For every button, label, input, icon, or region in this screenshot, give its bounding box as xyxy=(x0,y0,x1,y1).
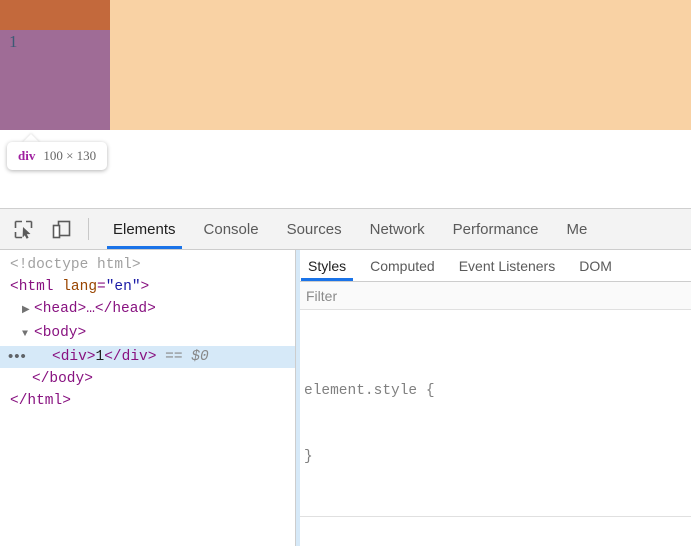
tab-dom-breakpoints[interactable]: DOM xyxy=(567,250,624,281)
devtools-main: <!doctype html> <html lang="en"> ▶ <head>… xyxy=(0,250,691,546)
tab-elements[interactable]: Elements xyxy=(99,209,190,249)
page-body-background: 1 xyxy=(0,0,691,130)
dom-row-body-open[interactable]: ▼ <body> xyxy=(0,322,295,346)
tab-console[interactable]: Console xyxy=(190,209,273,249)
tab-styles[interactable]: Styles xyxy=(296,250,358,281)
dom-row-selected-div[interactable]: ••• <div>1</div> == $0 xyxy=(0,346,295,368)
dom-row-body-close[interactable]: </body> xyxy=(0,368,295,390)
device-toolbar-icon[interactable] xyxy=(46,215,76,243)
dom-body-close-text: </body> xyxy=(32,371,93,387)
tab-computed[interactable]: Computed xyxy=(358,250,447,281)
device-toolbar-icon-svg xyxy=(52,220,70,238)
dom-html-close-text: </html> xyxy=(10,393,71,409)
dom-html-attr-name: lang xyxy=(62,279,98,295)
chevron-down-icon[interactable]: ▼ xyxy=(22,324,34,346)
styles-panel-tabs: Styles Computed Event Listeners DOM xyxy=(296,250,691,282)
dom-head-text: <head>…</head> xyxy=(34,301,156,317)
devtools-panel: Elements Console Sources Network Perform… xyxy=(0,208,691,546)
styles-filter-input[interactable]: Filter xyxy=(296,282,691,310)
inspect-element-icon-svg xyxy=(14,220,32,239)
toolbar-separator xyxy=(88,218,89,240)
css-close-brace: } xyxy=(304,449,313,465)
dom-row-options-icon[interactable]: ••• xyxy=(8,349,27,364)
styles-panel: Styles Computed Event Listeners DOM Filt… xyxy=(296,250,691,546)
dom-doctype-text: <!doctype html> xyxy=(10,257,141,273)
dom-div-text: 1 xyxy=(95,349,105,365)
highlight-tooltip-tag: div xyxy=(18,148,36,163)
highlight-tooltip-dimensions: 100 × 130 xyxy=(43,148,97,163)
page-div-text: 1 xyxy=(9,32,18,51)
styles-filter-placeholder: Filter xyxy=(306,287,338,304)
dom-row-doctype[interactable]: <!doctype html> xyxy=(0,254,295,276)
dom-body-open-text: <body> xyxy=(34,325,87,341)
inspect-element-icon[interactable] xyxy=(8,215,38,243)
dom-row-head[interactable]: ▶ <head>…</head> xyxy=(0,298,295,322)
chevron-right-icon[interactable]: ▶ xyxy=(22,300,34,322)
css-rule-side-marker xyxy=(296,250,300,546)
dom-row-html-open[interactable]: <html lang="en"> xyxy=(0,276,295,298)
dom-div-close-tag: </div> xyxy=(104,349,157,365)
dom-html-open-bracket: > xyxy=(140,279,150,295)
tab-memory[interactable]: Me xyxy=(553,209,602,249)
css-rule-div[interactable]: div { width: 100px; height: 100px; paddi… xyxy=(296,517,691,546)
dom-html-tag: <html xyxy=(10,279,54,295)
tab-performance[interactable]: Performance xyxy=(439,209,553,249)
css-rule-element-style[interactable]: element.style { } xyxy=(296,250,691,546)
element-highlight-padding-box: 1 xyxy=(0,0,110,130)
browser-viewport: 1 div 100 × 130 xyxy=(0,0,691,208)
css-rule-close-element-style: } xyxy=(304,446,691,468)
dom-tree-panel[interactable]: <!doctype html> <html lang="en"> ▶ <head>… xyxy=(0,250,296,546)
devtools-toolbar: Elements Console Sources Network Perform… xyxy=(0,209,691,250)
dom-div-console-ref: == $0 xyxy=(165,349,209,365)
css-selector-text: element.style { xyxy=(304,383,435,399)
dom-html-attr-equals: = xyxy=(97,279,106,295)
highlight-tooltip: div 100 × 130 xyxy=(7,142,108,170)
tab-sources[interactable]: Sources xyxy=(273,209,356,249)
dom-row-html-close[interactable]: </html> xyxy=(0,390,295,412)
dom-div-open-tag: <div> xyxy=(52,349,96,365)
dom-html-attr-value: "en" xyxy=(105,279,141,295)
tab-event-listeners[interactable]: Event Listeners xyxy=(447,250,568,281)
tab-network[interactable]: Network xyxy=(356,209,439,249)
css-rule-selector-element-style: element.style { xyxy=(304,380,691,402)
